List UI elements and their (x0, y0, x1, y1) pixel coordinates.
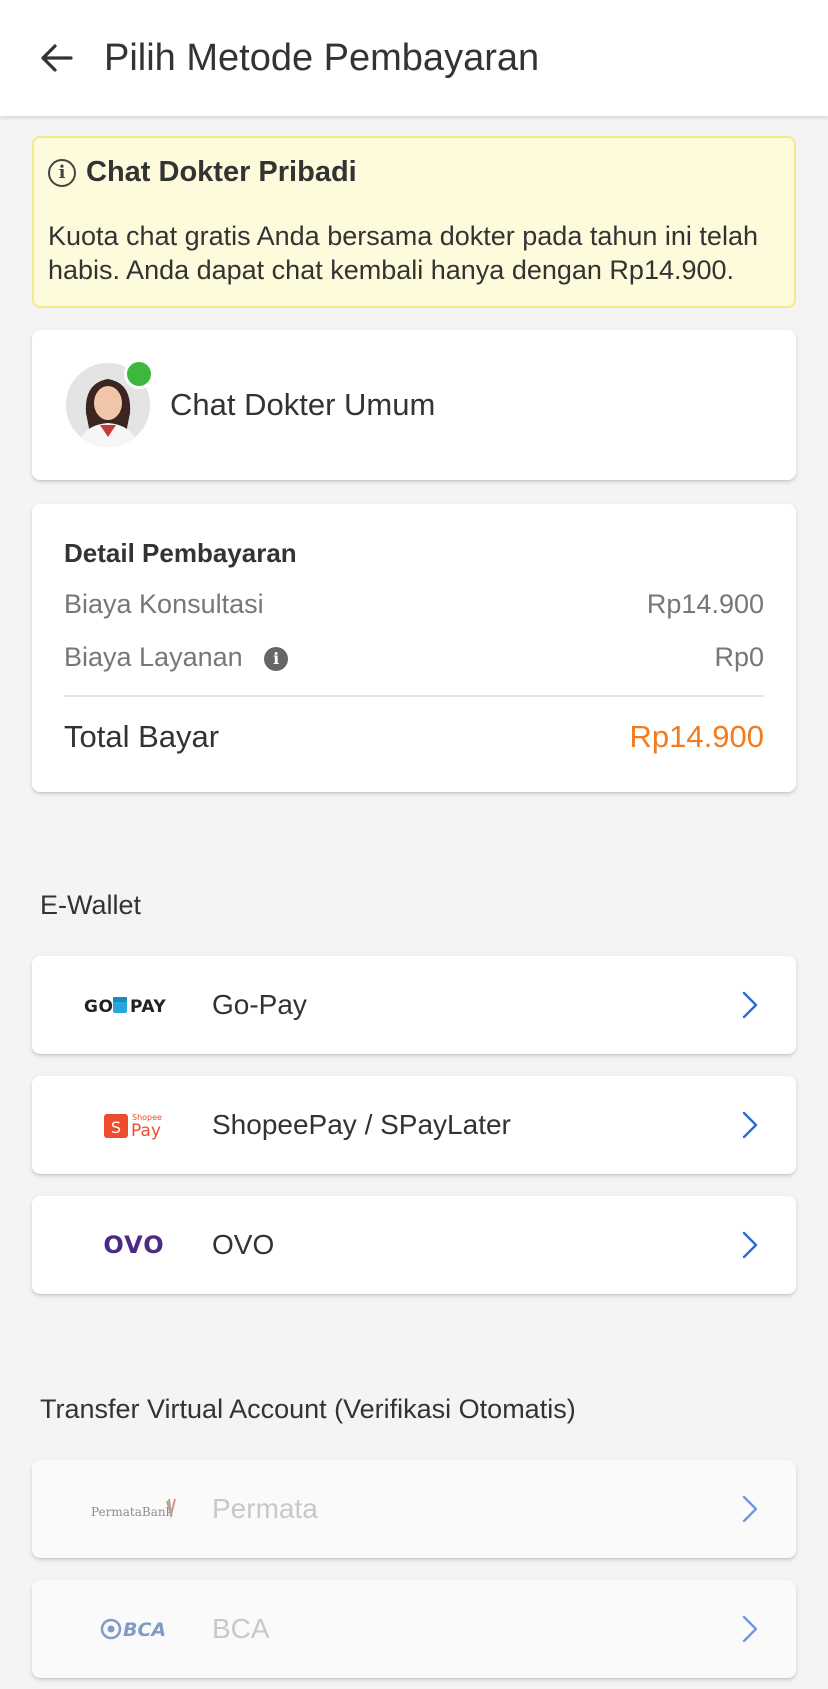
bca-logo: BCA (82, 1609, 186, 1649)
svg-text:OVO: OVO (103, 1232, 164, 1258)
svg-text:S: S (111, 1118, 121, 1137)
svg-text:Pay: Pay (131, 1121, 161, 1140)
page-title: Pilih Metode Pembayaran (104, 36, 540, 79)
fee-label: Biaya Layanan (64, 642, 243, 672)
method-label: OVO (212, 1229, 275, 1260)
info-text: Kuota chat gratis Anda bersama dokter pa… (48, 221, 758, 285)
arrow-left-icon (41, 44, 73, 72)
total-value: Rp14.900 (629, 719, 764, 754)
gopay-logo: GO PAY (82, 985, 186, 1025)
doctor-card: Chat Dokter Umum (32, 330, 796, 480)
info-icon: i (48, 158, 76, 187)
total-label: Total Bayar (64, 719, 220, 754)
info-banner: i Chat Dokter Pribadi Kuota chat gratis … (32, 136, 796, 308)
svg-text:GO: GO (84, 997, 113, 1017)
permata-logo: PermataBank (82, 1489, 186, 1529)
payment-method-bca[interactable]: BCA BCA (32, 1580, 796, 1678)
payment-method-ovo[interactable]: OVO OVO (32, 1196, 796, 1294)
section-title-ewallet: E-Wallet (40, 890, 142, 920)
chevron-right-icon (738, 1494, 762, 1524)
fee-row-service: Biaya Layanan i Rp0 (64, 642, 764, 673)
info-title: Chat Dokter Pribadi (86, 156, 357, 188)
divider (64, 695, 764, 697)
payment-detail-card: Detail Pembayaran Biaya Konsultasi Rp14.… (32, 504, 796, 792)
method-label: Go-Pay (212, 989, 307, 1020)
svg-text:PermataBank: PermataBank (91, 1505, 174, 1519)
doctor-name: Chat Dokter Umum (170, 387, 436, 422)
total-row: Total Bayar Rp14.900 (64, 719, 764, 755)
chevron-right-icon (738, 1614, 762, 1644)
chevron-right-icon (738, 1110, 762, 1140)
method-label: BCA (212, 1613, 270, 1644)
chevron-right-icon (738, 1230, 762, 1260)
back-button[interactable] (26, 28, 86, 88)
shopeepay-logo: S Shopee Pay (82, 1105, 186, 1145)
payment-method-shopeepay[interactable]: S Shopee Pay ShopeePay / SPayLater (32, 1076, 796, 1174)
fee-label: Biaya Konsultasi (64, 589, 264, 619)
payment-method-permata[interactable]: PermataBank Permata (32, 1460, 796, 1558)
chevron-right-icon (738, 990, 762, 1020)
fee-row-consultation: Biaya Konsultasi Rp14.900 (64, 589, 764, 620)
app-bar: Pilih Metode Pembayaran (0, 0, 828, 116)
ovo-logo: OVO (82, 1225, 186, 1265)
method-label: ShopeePay / SPayLater (212, 1109, 511, 1140)
svg-text:PAY: PAY (130, 997, 166, 1017)
fee-value: Rp0 (714, 642, 764, 672)
online-status-dot (124, 359, 154, 389)
svg-text:BCA: BCA (123, 1619, 166, 1641)
info-icon[interactable]: i (264, 646, 289, 671)
fee-value: Rp14.900 (646, 589, 764, 619)
payment-detail-title: Detail Pembayaran (64, 538, 297, 568)
section-title-virtual-account: Transfer Virtual Account (Verifikasi Oto… (40, 1394, 576, 1424)
avatar (66, 359, 154, 447)
payment-method-gopay[interactable]: GO PAY Go-Pay (32, 956, 796, 1054)
method-label: Permata (212, 1493, 318, 1524)
